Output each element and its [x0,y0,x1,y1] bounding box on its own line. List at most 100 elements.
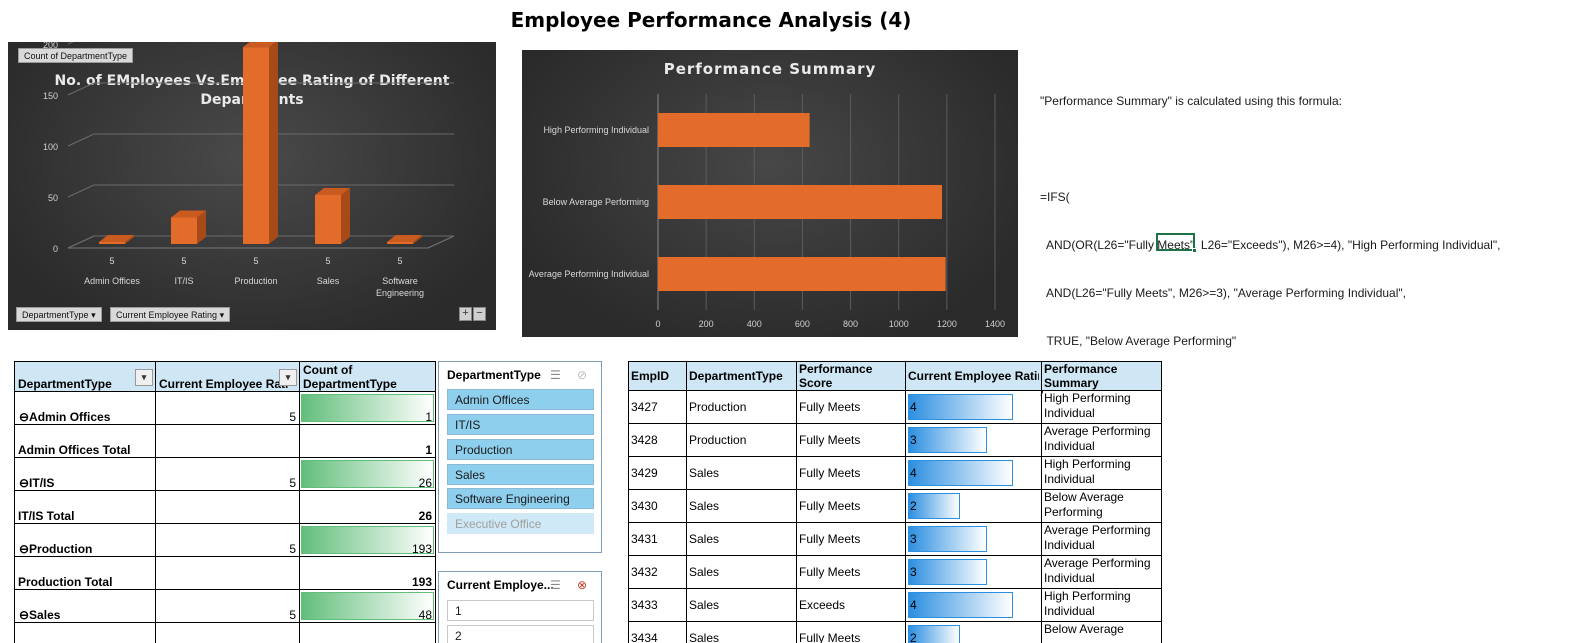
slicer-header: DepartmentType [447,368,541,382]
pivot-header-department[interactable]: DepartmentType ▾ [14,361,156,392]
chart1-bar-front[interactable] [171,217,197,244]
clear-filter-icon[interactable]: ⊘ [577,368,587,382]
pivot-header-rating[interactable]: Current Employee Rati ▾ [155,361,300,392]
rating-bar-fill [908,394,1013,420]
spreadsheet-canvas: Employee Performance Analysis (4) Count … [0,0,1582,643]
chart1-x-tick: IT/IS [174,276,193,286]
chart1-bar-front[interactable] [243,47,269,244]
selected-cell[interactable] [1156,233,1197,253]
table-row: 3427 Production Fully Meets 4 High Performin… [628,390,1162,424]
pivot-count-cell: 1 [299,424,436,458]
rating-filter-button[interactable]: Current Employee Rating ▾ [110,307,231,322]
pivot-count-cell: 193 [299,556,436,590]
col-header-performance-score: Performance Score [796,361,906,391]
rating-cell: 4 [905,390,1042,424]
rating-value: 4 [910,466,917,480]
chart1-rating-label: 5 [325,256,330,266]
pivot-total-row: Production Total 193 [14,556,436,590]
chart2-bar[interactable] [658,257,946,291]
empid-cell: 3433 [628,588,687,622]
rating-bar-fill [908,460,1013,486]
multi-select-icon[interactable]: ☰ [550,368,561,382]
performance-summary-cell: High Performing Individual [1041,588,1162,622]
formula-line: TRUE, "Below Average Performing" [1040,334,1237,348]
chart2-y-tick: High Performing Individual [543,125,649,135]
performance-summary-cell: Average Performing Individual [1041,555,1162,589]
chart2-bar[interactable] [658,113,810,147]
pivot-count-value: 26 [418,476,432,490]
pivot-row: ⊖Production 5 193 [14,523,436,557]
rating-bar-fill [908,559,987,585]
rating-data-bar: 3 [908,427,1039,453]
performance-score-cell: Fully Meets [796,522,906,556]
clear-filter-icon[interactable]: ⊗ [577,578,587,592]
pivot-row-label[interactable]: ⊖Admin Offices [14,391,156,425]
chart1-bar-front[interactable] [387,242,413,244]
slicer-item-admin-offices[interactable]: Admin Offices [447,389,594,410]
pivot-row-label[interactable]: ⊖IT/IS [14,457,156,491]
department-cell: Sales [686,588,797,622]
slicer-item-sales[interactable]: Sales [447,464,594,485]
pivot-empty-cell [155,622,300,643]
departmenttype-filter-button[interactable]: DepartmentType ▾ [16,307,102,322]
slicer-item-rating-1[interactable]: 1 [447,600,594,621]
performance-summary-cell: High Performing Individual [1041,390,1162,424]
chart1-bar-front[interactable] [99,242,125,244]
slicer-item-rating-2[interactable]: 2 [447,625,594,643]
chart1-y-tick: 0 [53,244,58,254]
rating-data-bar: 3 [908,559,1039,585]
pivot-row-label[interactable]: Admin Offices Total [14,424,156,458]
slicer-item-executive-office[interactable]: Executive Office [447,513,594,534]
multi-select-icon[interactable]: ☰ [550,578,561,592]
table-row: 3430 Sales Fully Meets 2 Below Average Perfo… [628,489,1162,523]
pivot-empty-cell [299,622,436,643]
slicer-item-software-engineering[interactable]: Software Engineering [447,488,594,509]
department-cell: Production [686,423,797,457]
table-row: 3433 Sales Exceeds 4 High Performing Individ… [628,588,1162,622]
data-bar [301,460,434,488]
pivot-count-value: 48 [418,608,432,622]
rating-data-bar: 2 [908,625,1039,643]
table-row: 3428 Production Fully Meets 3 Average Perfor… [628,423,1162,457]
slicer-item-it-is[interactable]: IT/IS [447,414,594,435]
performance-score-cell: Fully Meets [796,390,906,424]
performance-summary-chart[interactable]: Performance Summary 0 200 400 600 800 1000 120… [522,50,1018,337]
chart1-rating-label: 5 [397,256,402,266]
chart1-bar-front[interactable] [315,195,341,244]
pivot-row-label[interactable]: ⊖Sales [14,589,156,623]
chart1-x-tick: Production [234,276,277,286]
pivot-row-label[interactable]: Production Total [14,556,156,590]
pivot-rating-cell: 5 [155,457,300,491]
chart2-bar[interactable] [658,185,943,219]
filter-icon[interactable]: ▾ [279,369,297,386]
department-cell: Sales [686,522,797,556]
rating-value: 3 [910,565,917,579]
department-cell: Sales [686,621,797,643]
rating-cell: 4 [905,456,1042,490]
slicer-header: Current Employe... [447,578,554,592]
chart1-rating-label: 5 [181,256,186,266]
department-cell: Sales [686,489,797,523]
expand-field-button[interactable]: + [459,307,472,321]
table-row: 3434 Sales Fully Meets 2 Below Average [628,621,1162,643]
collapse-field-button[interactable]: − [473,307,486,321]
department-slicer[interactable]: DepartmentType ☰ ⊘ Admin Offices IT/IS P… [438,361,602,553]
pivot-rating-cell [155,490,300,524]
performance-summary-cell: Below Average Performing [1041,489,1162,523]
chart1-bar-side [269,42,278,244]
chart1-gridline [67,42,74,45]
pivot-row: ⊖Sales 5 48 [14,589,436,623]
fill-handle[interactable] [1192,248,1197,253]
table-row: 3432 Sales Fully Meets 3 Average Performing … [628,555,1162,589]
pivot-row-label[interactable]: ⊖Production [14,523,156,557]
rating-slicer[interactable]: Current Employe... ☰ ⊗ 1 2 [438,571,602,643]
slicer-item-production[interactable]: Production [447,439,594,460]
chart2-x-tick: 1000 [889,319,909,329]
dropdown-arrow-icon[interactable]: ▾ [135,369,153,386]
col-header-rating-label: Current Employee Rating [908,369,1039,383]
chart2-y-tick: Below Average Performing [543,197,649,207]
rating-value: 4 [910,400,917,414]
pivot-row-label[interactable]: IT/IS Total [14,490,156,524]
pivot-chart-employees[interactable]: Count of DepartmentType No. of EMployees… [8,42,496,330]
rating-data-bar: 4 [908,592,1039,618]
